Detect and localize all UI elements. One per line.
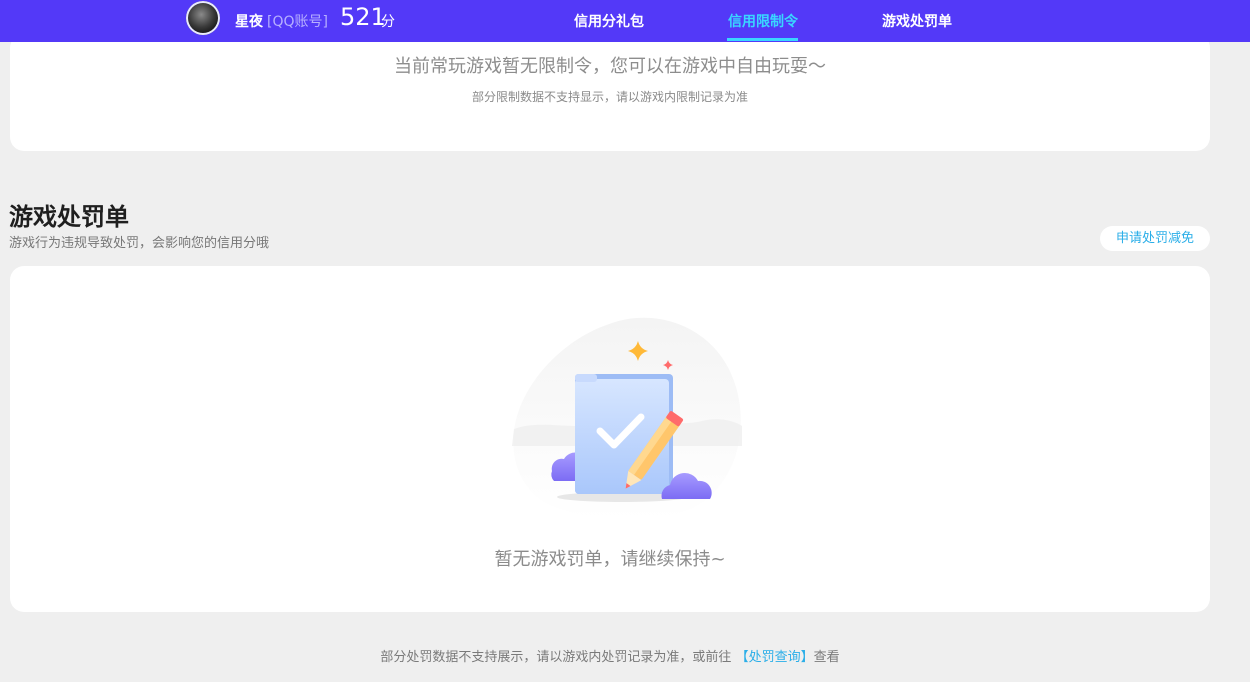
footer-text-after: 查看 — [813, 650, 840, 665]
tab-credit-restriction[interactable]: 信用限制令 — [728, 11, 798, 31]
apply-penalty-reduction-button[interactable]: 申请处罚减免 — [1100, 226, 1210, 251]
penalty-query-link[interactable]: 【处罚查询】 — [736, 650, 814, 665]
section-title: 游戏处罚单 — [9, 203, 129, 231]
restriction-status-message: 当前常玩游戏暂无限制令，您可以在游戏中自由玩耍～ — [394, 56, 826, 77]
restriction-note: 部分限制数据不支持显示，请以游戏内限制记录为准 — [471, 90, 748, 104]
section-subtitle: 游戏行为违规导致处罚，会影响您的信用分哦 — [9, 236, 270, 251]
footer-text: 部分处罚数据不支持展示，请以游戏内处罚记录为准，或前往 — [380, 650, 732, 665]
credit-score-unit: 分 — [381, 14, 395, 30]
tab-game-penalty[interactable]: 游戏处罚单 — [882, 11, 952, 31]
empty-penalty-message: 暂无游戏罚单，请继续保持~ — [494, 549, 726, 570]
avatar[interactable] — [186, 1, 220, 35]
credit-score: 521 — [340, 3, 386, 31]
user-name: 星夜 — [235, 14, 263, 30]
active-tab-indicator — [727, 38, 798, 41]
empty-clipboard-illustration — [512, 317, 742, 520]
tab-credit-gift[interactable]: 信用分礼包 — [574, 11, 644, 31]
top-navigation-bar: 星夜 [QQ账号] 521 分 信用分礼包 信用限制令 游戏处罚单 — [0, 0, 1250, 42]
account-type: [QQ账号] — [267, 14, 328, 30]
footer-note: 部分处罚数据不支持展示，请以游戏内处罚记录为准，或前往 【处罚查询】查看 — [0, 646, 1220, 665]
